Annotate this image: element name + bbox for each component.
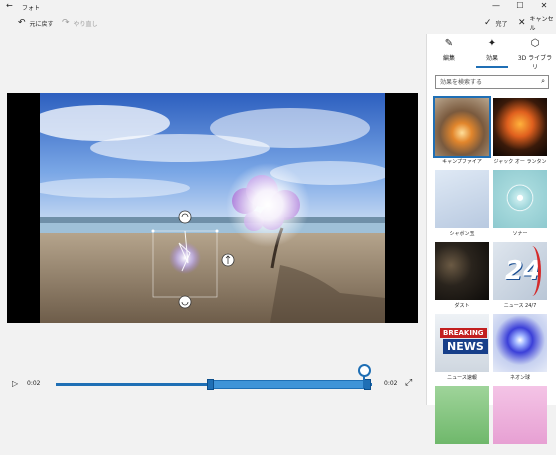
tab-edit[interactable]: ✎ 編集 bbox=[429, 38, 469, 68]
tab-effects-label: 効果 bbox=[485, 55, 498, 62]
effect-label: キャンプファイア bbox=[442, 159, 482, 165]
pencil-icon: ✎ bbox=[444, 38, 454, 49]
effect-dust[interactable]: ダスト bbox=[435, 242, 489, 311]
app-title: フォト bbox=[22, 5, 41, 12]
timeline: ▷ 0:02 0:02 ⤢ bbox=[0, 364, 426, 400]
back-arrow-icon[interactable]: ← bbox=[6, 1, 13, 10]
close-button[interactable]: ✕ bbox=[532, 0, 556, 12]
undo-label: 元に戻す bbox=[29, 20, 54, 28]
effects-panel: ✎ 編集 ✦ 効果 ⬡ 3D ライブラリ ⌕ キャンプファイア ジャック オー … bbox=[426, 34, 556, 444]
redo-label: やり直し bbox=[73, 20, 98, 28]
effect-thumbnail bbox=[493, 386, 547, 444]
effect-jack-o-lantern[interactable]: ジャック オー ランタン bbox=[493, 98, 547, 167]
effect-sonar[interactable]: ソナー bbox=[493, 170, 547, 239]
news-red-stripe bbox=[523, 246, 541, 296]
effect-thumbnail bbox=[493, 170, 547, 228]
done-label: 完了 bbox=[495, 20, 508, 28]
tab-effects[interactable]: ✦ 効果 bbox=[472, 38, 512, 68]
effect-thumbnail bbox=[435, 386, 489, 444]
effect-label: ソナー bbox=[512, 231, 528, 237]
undo-button[interactable]: ↶ 元に戻す bbox=[18, 17, 54, 29]
search-icon[interactable]: ⌕ bbox=[541, 77, 545, 86]
effect-news-24-7[interactable]: 24 ニュース 24/7 bbox=[493, 242, 547, 311]
cancel-button[interactable]: ✕ キャンセル bbox=[518, 16, 556, 32]
window-controls: — ☐ ✕ bbox=[484, 0, 556, 12]
maximize-button[interactable]: ☐ bbox=[508, 0, 532, 12]
effect-breaking-news[interactable]: BREAKING NEWS ニュース速報 bbox=[435, 314, 489, 383]
effects-search-input[interactable] bbox=[436, 76, 536, 88]
breaking-news-graphic: BREAKING bbox=[440, 328, 487, 338]
undo-icon: ↶ bbox=[18, 18, 26, 28]
expand-icon[interactable]: ⤢ bbox=[405, 378, 412, 388]
effects-search-box[interactable]: ⌕ bbox=[435, 75, 549, 89]
cancel-label: キャンセル bbox=[529, 16, 554, 32]
current-time: 0:02 bbox=[27, 380, 41, 387]
effect-neon-orb[interactable]: ネオン球 bbox=[493, 314, 547, 383]
effect-partial-2[interactable] bbox=[493, 386, 547, 455]
breaking-news-graphic-2: NEWS bbox=[443, 339, 488, 354]
effect-thumbnail: 24 bbox=[493, 242, 547, 300]
done-button[interactable]: ✓ 完了 bbox=[484, 17, 508, 29]
tab-3d-library-label: 3D ライブラリ bbox=[517, 55, 553, 71]
effect-label: ニュース速報 bbox=[447, 375, 477, 381]
effect-label: シャボン玉 bbox=[449, 231, 475, 237]
effect-thumbnail bbox=[493, 314, 547, 372]
redo-icon: ↷ bbox=[62, 18, 70, 28]
effect-label: ニュース 24/7 bbox=[503, 303, 537, 309]
effect-thumbnail: BREAKING NEWS bbox=[435, 314, 489, 372]
effect-thumbnail bbox=[435, 170, 489, 228]
panel-tabs: ✎ 編集 ✦ 効果 ⬡ 3D ライブラリ bbox=[427, 34, 556, 71]
check-icon: ✓ bbox=[484, 18, 492, 28]
editor-area: ▷ 0:02 0:02 ⤢ bbox=[0, 34, 426, 405]
effects-icon: ✦ bbox=[487, 38, 497, 49]
effect-thumbnail bbox=[433, 96, 491, 158]
effect-partial-1[interactable] bbox=[435, 386, 489, 455]
effect-label: ダスト bbox=[454, 303, 470, 309]
effect-campfire[interactable]: キャンプファイア bbox=[433, 96, 491, 167]
tab-edit-label: 編集 bbox=[442, 55, 455, 62]
end-time: 0:02 bbox=[384, 380, 398, 387]
effect-bubbles[interactable]: シャボン玉 bbox=[435, 170, 489, 239]
effect-label: ネオン球 bbox=[509, 375, 530, 381]
trim-end-handle[interactable] bbox=[364, 379, 371, 390]
video-preview[interactable] bbox=[7, 93, 418, 323]
effect-label: ジャック オー ランタン bbox=[493, 159, 547, 165]
toolbar: ↶ 元に戻す ↷ やり直し ✓ 完了 ✕ キャンセル bbox=[0, 12, 556, 34]
trim-start-handle[interactable] bbox=[207, 379, 214, 390]
play-icon[interactable]: ▷ bbox=[12, 379, 18, 388]
minimize-button[interactable]: — bbox=[484, 0, 508, 12]
effect-thumbnail bbox=[493, 98, 547, 156]
trim-selection[interactable] bbox=[210, 380, 368, 389]
title-bar: ← フォト — ☐ ✕ bbox=[0, 0, 556, 12]
close-icon: ✕ bbox=[518, 18, 526, 28]
playhead[interactable] bbox=[358, 364, 371, 388]
cube-icon: ⬡ bbox=[530, 38, 540, 49]
tab-3d-library[interactable]: ⬡ 3D ライブラリ bbox=[515, 38, 555, 71]
redo-button[interactable]: ↷ やり直し bbox=[62, 17, 98, 29]
video-frame bbox=[40, 93, 385, 323]
timeline-track[interactable] bbox=[56, 364, 372, 390]
effect-thumbnail bbox=[435, 242, 489, 300]
